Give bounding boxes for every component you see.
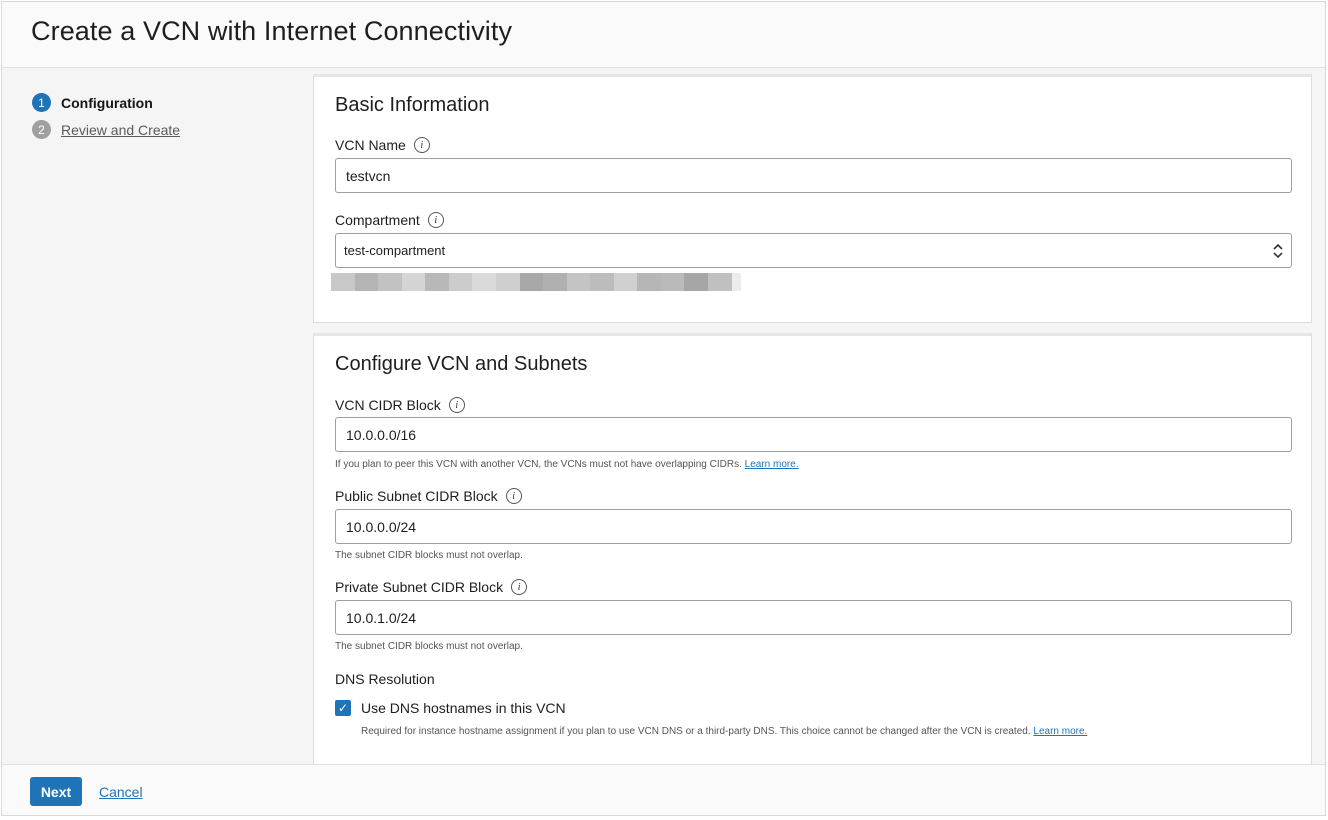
compartment-label: Compartment i [335, 212, 444, 228]
up-down-chevron-icon [1273, 243, 1283, 258]
info-icon[interactable]: i [448, 397, 465, 413]
dns-hostnames-label[interactable]: Use DNS hostnames in this VCN [361, 700, 566, 716]
step-number-1: 1 [32, 93, 51, 112]
wizard-footer: Next Cancel [2, 764, 1325, 815]
page-title: Create a VCN with Internet Connectivity [31, 16, 513, 46]
vcn-name-label-text: VCN Name [335, 137, 406, 153]
private-subnet-cidr-label-text: Private Subnet CIDR Block [335, 579, 504, 595]
form-content[interactable]: Basic Information VCN Name i Compartment… [313, 74, 1312, 764]
basic-information-title: Basic Information [335, 94, 490, 116]
basic-information-panel: Basic Information VCN Name i Compartment… [313, 74, 1312, 323]
vcn-cidr-label: VCN CIDR Block i [335, 397, 465, 413]
configure-vcn-title: Configure VCN and Subnets [335, 353, 588, 375]
vcn-cidr-help-text: If you plan to peer this VCN with anothe… [335, 459, 742, 470]
vcn-cidr-input[interactable] [335, 417, 1292, 452]
learn-more-link[interactable]: Learn more. [1033, 726, 1087, 737]
redacted-compartment-path [331, 273, 741, 291]
vcn-cidr-label-text: VCN CIDR Block [335, 397, 441, 413]
wizard-window: Create a VCN with Internet Connectivity … [1, 1, 1326, 816]
dns-hostnames-help-text: Required for instance hostname assignmen… [361, 726, 1031, 737]
step-review-and-create[interactable]: 2 Review and Create [32, 116, 180, 143]
step-label-review-and-create[interactable]: Review and Create [61, 122, 180, 138]
step-configuration[interactable]: 1 Configuration [32, 89, 180, 116]
private-subnet-cidr-label: Private Subnet CIDR Block i [335, 579, 528, 595]
next-button[interactable]: Next [30, 777, 82, 806]
step-number-2: 2 [32, 120, 51, 139]
private-subnet-cidr-help: The subnet CIDR blocks must not overlap. [335, 641, 523, 652]
public-subnet-cidr-input[interactable] [335, 509, 1292, 544]
step-label-configuration: Configuration [61, 94, 153, 111]
wizard-steps: 1 Configuration 2 Review and Create [32, 89, 180, 143]
info-icon[interactable]: i [413, 137, 430, 153]
public-subnet-cidr-label-text: Public Subnet CIDR Block [335, 488, 498, 504]
compartment-select[interactable]: test-compartment [335, 233, 1292, 268]
dns-resolution-label: DNS Resolution [335, 671, 435, 687]
public-subnet-cidr-help: The subnet CIDR blocks must not overlap. [335, 550, 523, 561]
dns-hostnames-help: Required for instance hostname assignmen… [361, 726, 1087, 737]
compartment-label-text: Compartment [335, 212, 420, 228]
private-subnet-cidr-input[interactable] [335, 600, 1292, 635]
cancel-link[interactable]: Cancel [99, 784, 143, 800]
dns-hostnames-checkbox[interactable]: ✓ [335, 700, 351, 716]
info-icon[interactable]: i [427, 212, 444, 228]
configure-vcn-subnets-panel: Configure VCN and Subnets VCN CIDR Block… [313, 333, 1312, 764]
compartment-select-value: test-compartment [344, 243, 446, 258]
page-header: Create a VCN with Internet Connectivity [2, 2, 1325, 68]
learn-more-link[interactable]: Learn more. [745, 459, 799, 470]
info-icon[interactable]: i [505, 488, 522, 504]
public-subnet-cidr-label: Public Subnet CIDR Block i [335, 488, 522, 504]
info-icon[interactable]: i [511, 579, 528, 595]
check-icon: ✓ [337, 701, 349, 715]
vcn-name-label: VCN Name i [335, 137, 430, 153]
vcn-name-input[interactable] [335, 158, 1292, 193]
vcn-cidr-help: If you plan to peer this VCN with anothe… [335, 459, 799, 470]
